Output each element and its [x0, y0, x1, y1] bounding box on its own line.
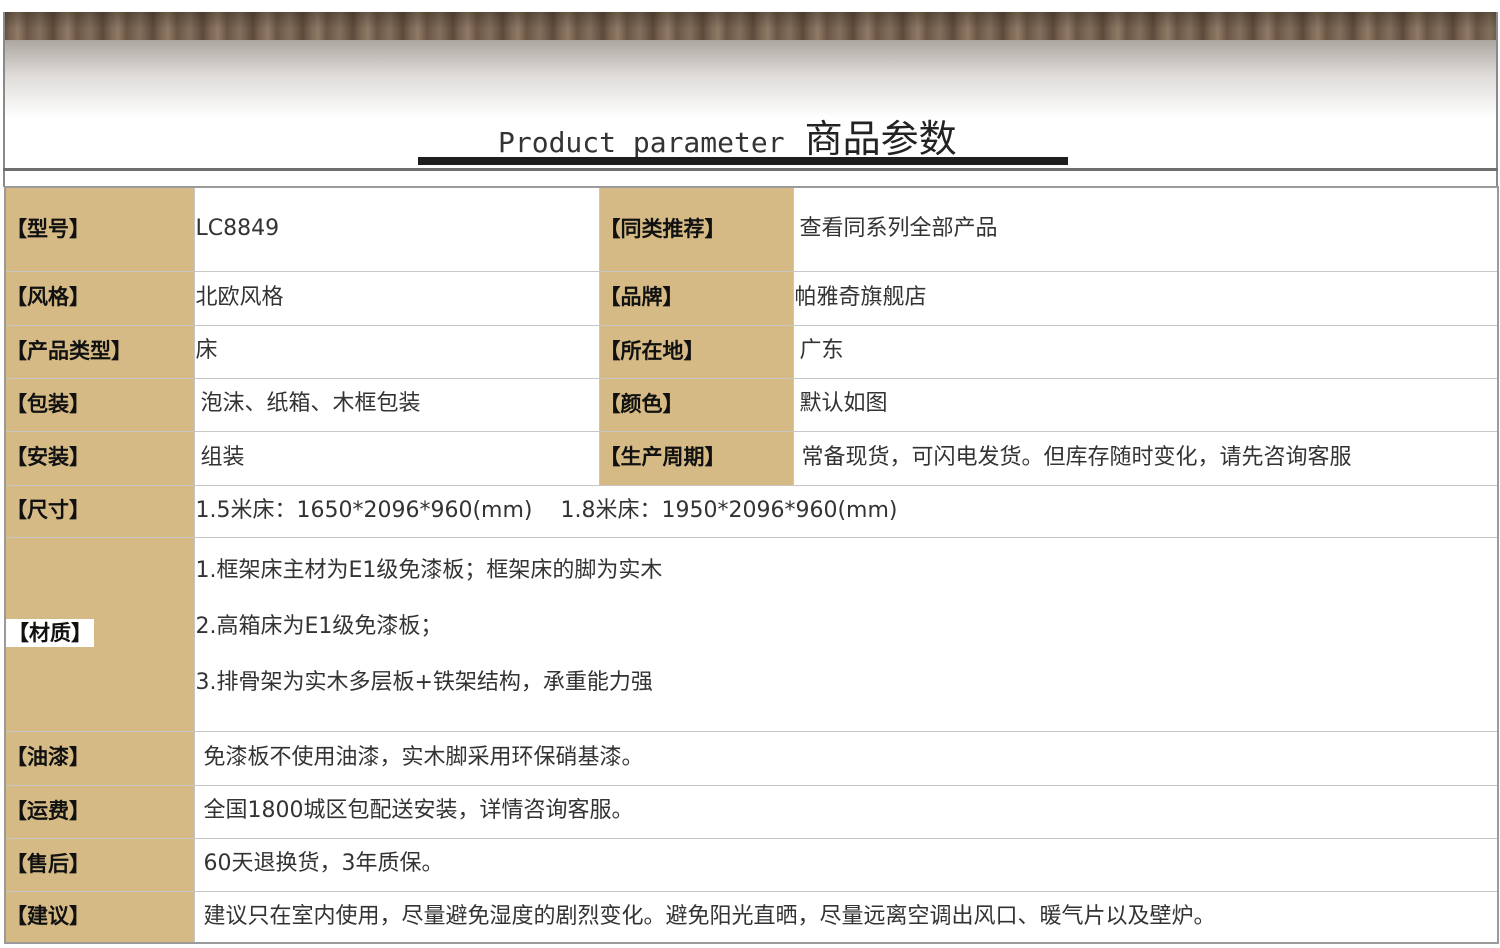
table-row: 【建议】 建议只在室内使用，尽量避免湿度的剧烈变化。避免阳光直晒，尽量远离空调出… [4, 890, 1499, 944]
frame-right-border [1496, 12, 1498, 187]
param-label-lead-time: 【生产周期】 [598, 430, 794, 486]
frame-left-border [3, 12, 5, 187]
param-label-location: 【所在地】 [598, 324, 794, 379]
header-gradient [3, 40, 1497, 118]
table-row: 【安装】 组装 【生产周期】 常备现货，可闪电发货。但库存随时变化，请先咨询客服 [4, 430, 1499, 486]
param-value-paint: 免漆板不使用油漆，实木脚采用环保硝基漆。 [193, 730, 1499, 786]
table-row: 【油漆】 免漆板不使用油漆，实木脚采用环保硝基漆。 [4, 730, 1499, 786]
param-label-style: 【风格】 [4, 270, 195, 326]
section-divider [3, 168, 1498, 171]
size-1-5m: 1.5米床：1650*2096*960(mm) [195, 497, 533, 523]
param-label-packaging: 【包装】 [4, 377, 195, 432]
section-title-zh: 商品参数 [804, 117, 957, 161]
param-value-related: 查看同系列全部产品 [792, 186, 1499, 272]
param-value-style: 北欧风格 [193, 270, 600, 326]
table-row: 【售后】 60天退换货，3年质保。 [4, 837, 1499, 892]
table-row: 【材质】 1.框架床主材为E1级免漆板；框架床的脚为实木 2.高箱床为E1级免漆… [4, 536, 1499, 732]
param-label-paint: 【油漆】 [4, 730, 195, 786]
param-value-advice: 建议只在室内使用，尽量避免湿度的剧烈变化。避免阳光直晒，尽量远离空调出风口、暖气… [193, 890, 1499, 944]
size-1-8m: 1.8米床：1950*2096*960(mm) [560, 497, 898, 523]
title-underline [418, 157, 1068, 165]
param-label-color: 【颜色】 [598, 377, 794, 432]
param-label-brand: 【品牌】 [598, 270, 794, 326]
section-title: Product parameter 商品参数 [498, 108, 957, 161]
param-value-type: 床 [193, 324, 600, 379]
param-value-lead-time: 常备现货，可闪电发货。但库存随时变化，请先咨询客服 [792, 430, 1499, 486]
table-row: 【运费】 全国1800城区包配送安装，详情咨询客服。 [4, 784, 1499, 839]
table-row: 【型号】 LC8849 【同类推荐】 查看同系列全部产品 [4, 186, 1499, 272]
param-label-model: 【型号】 [4, 186, 195, 272]
product-parameter-table: 【型号】 LC8849 【同类推荐】 查看同系列全部产品 【风格】 北欧风格 【… [4, 186, 1499, 944]
param-label-related: 【同类推荐】 [598, 186, 794, 272]
param-label-material: 【材质】 [4, 536, 195, 732]
param-value-install: 组装 [193, 430, 600, 486]
param-value-size: 1.5米床：1650*2096*960(mm) 1.8米床：1950*2096*9… [193, 484, 1499, 538]
header-wood-banner [3, 12, 1497, 40]
param-value-location: 广东 [792, 324, 1499, 379]
view-series-link[interactable]: 查看同系列全部产品 [800, 216, 998, 241]
param-value-after-sales: 60天退换货，3年质保。 [193, 837, 1499, 892]
param-value-color: 默认如图 [792, 377, 1499, 432]
material-line-3: 3.排骨架为实木多层板+铁架结构，承重能力强 [195, 669, 653, 695]
param-value-packaging: 泡沫、纸箱、木框包装 [193, 377, 600, 432]
param-label-shipping: 【运费】 [4, 784, 195, 839]
param-label-advice: 【建议】 [4, 890, 195, 944]
table-row: 【尺寸】 1.5米床：1650*2096*960(mm) 1.8米床：1950*2… [4, 484, 1499, 538]
param-value-material: 1.框架床主材为E1级免漆板；框架床的脚为实木 2.高箱床为E1级免漆板； 3.… [193, 536, 1499, 732]
param-label-after-sales: 【售后】 [4, 837, 195, 892]
param-value-brand: 帕雅奇旗舰店 [792, 270, 1499, 326]
table-row: 【包装】 泡沫、纸箱、木框包装 【颜色】 默认如图 [4, 377, 1499, 432]
table-row: 【产品类型】 床 【所在地】 广东 [4, 324, 1499, 379]
material-line-2: 2.高箱床为E1级免漆板； [195, 613, 443, 639]
param-label-type: 【产品类型】 [4, 324, 195, 379]
table-row: 【风格】 北欧风格 【品牌】 帕雅奇旗舰店 [4, 270, 1499, 326]
section-title-en: Product parameter [498, 126, 785, 159]
param-value-shipping: 全国1800城区包配送安装，详情咨询客服。 [193, 784, 1499, 839]
material-line-1: 1.框架床主材为E1级免漆板；框架床的脚为实木 [195, 557, 663, 583]
material-label-text: 【材质】 [6, 619, 94, 648]
param-label-size: 【尺寸】 [4, 484, 195, 538]
param-value-model: LC8849 [193, 186, 600, 272]
param-label-install: 【安装】 [4, 430, 195, 486]
